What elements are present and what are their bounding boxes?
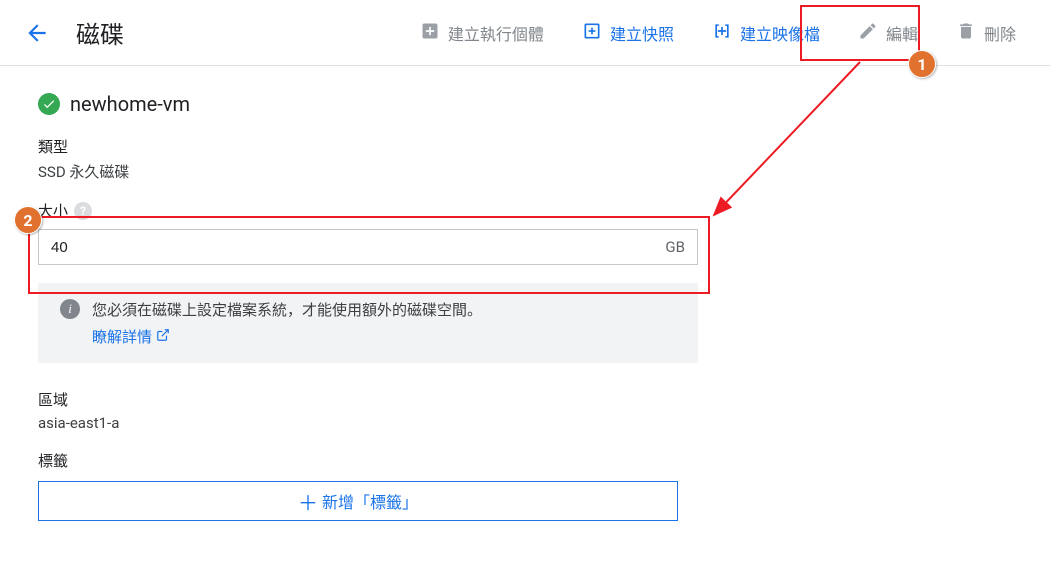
size-label: 大小 <box>38 200 68 221</box>
create-instance-button[interactable]: 建立執行個體 <box>420 21 544 45</box>
disk-name: newhome-vm <box>70 92 190 116</box>
edit-label: 編輯 <box>886 21 918 45</box>
type-label: 類型 <box>38 136 1012 157</box>
snapshot-icon <box>582 21 602 45</box>
create-snapshot-button[interactable]: 建立快照 <box>582 21 674 45</box>
create-instance-label: 建立執行個體 <box>448 21 544 45</box>
back-arrow-icon[interactable] <box>24 20 50 46</box>
help-icon[interactable]: ? <box>74 202 92 220</box>
edit-button[interactable]: 編輯 <box>858 21 918 45</box>
disk-name-row: newhome-vm <box>38 92 1012 116</box>
external-link-icon <box>156 328 170 346</box>
create-snapshot-label: 建立快照 <box>610 21 674 45</box>
toolbar: 建立執行個體 建立快照 建立映像檔 編輯 刪除 <box>184 21 1026 45</box>
pencil-icon <box>858 21 878 45</box>
image-icon <box>712 21 732 45</box>
trash-icon <box>956 21 976 45</box>
add-label-button[interactable]: ＋ 新增「標籤」 <box>38 481 678 521</box>
info-icon: i <box>60 299 80 319</box>
labels-field: 標籤 ＋ 新增「標籤」 <box>38 450 1012 521</box>
size-input-wrap[interactable]: GB <box>38 229 698 265</box>
delete-label: 刪除 <box>984 21 1016 45</box>
size-input[interactable] <box>51 239 665 256</box>
content-area: newhome-vm 類型 SSD 永久磁碟 大小 ? GB i 您必須在磁碟上… <box>0 66 1050 565</box>
info-text: 您必須在磁碟上設定檔案系統，才能使用額外的磁碟空間。 <box>92 299 482 320</box>
size-unit: GB <box>665 238 685 256</box>
zone-field: 區域 asia-east1-a <box>38 389 1012 432</box>
zone-label: 區域 <box>38 389 1012 410</box>
plus-box-icon <box>420 21 440 45</box>
type-value: SSD 永久磁碟 <box>38 161 1012 182</box>
type-field: 類型 SSD 永久磁碟 <box>38 136 1012 182</box>
annotation-badge-1: 1 <box>908 50 936 78</box>
labels-label: 標籤 <box>38 450 1012 471</box>
annotation-badge-2: 2 <box>14 206 42 234</box>
page-header: 磁碟 建立執行個體 建立快照 建立映像檔 編輯 <box>0 0 1050 66</box>
status-check-icon <box>38 93 60 115</box>
create-image-label: 建立映像檔 <box>740 21 820 45</box>
zone-value: asia-east1-a <box>38 414 1012 432</box>
create-image-button[interactable]: 建立映像檔 <box>712 21 820 45</box>
learn-more-link[interactable]: 瞭解詳情 <box>92 326 676 347</box>
learn-more-label: 瞭解詳情 <box>92 326 152 347</box>
delete-button[interactable]: 刪除 <box>956 21 1016 45</box>
plus-icon: ＋ <box>298 487 318 516</box>
info-notice: i 您必須在磁碟上設定檔案系統，才能使用額外的磁碟空間。 瞭解詳情 <box>38 283 698 363</box>
add-label-text: 新增「標籤」 <box>322 489 418 513</box>
page-title: 磁碟 <box>76 15 124 50</box>
size-field: 大小 ? GB <box>38 200 1012 265</box>
